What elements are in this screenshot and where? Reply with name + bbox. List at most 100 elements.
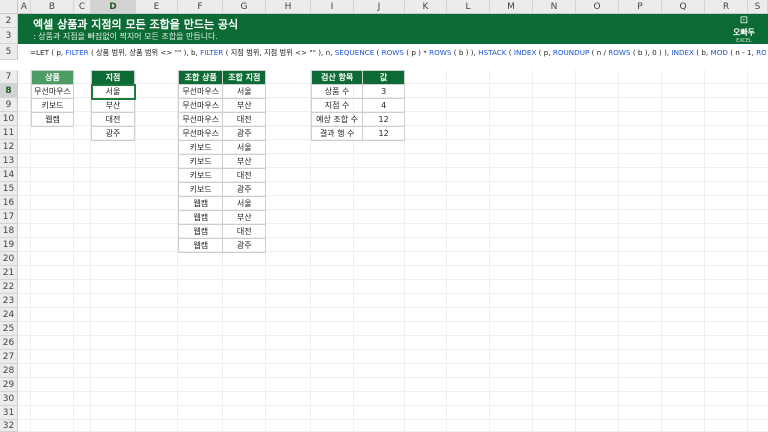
check-cell-0[interactable]: 지점 수 bbox=[310, 98, 364, 113]
combo-cell-0[interactable]: 무선마우스 bbox=[177, 126, 224, 141]
row-header-9[interactable]: 9 bbox=[0, 98, 18, 112]
row-header-7[interactable]: 7 bbox=[0, 70, 18, 84]
row-header-24[interactable]: 24 bbox=[0, 308, 18, 322]
column-header-l[interactable]: L bbox=[447, 0, 490, 14]
product-cell[interactable]: 무선마우스 bbox=[31, 84, 74, 99]
page-title: 엑셀 상품과 지점의 모든 조합을 만드는 공식 bbox=[33, 18, 239, 31]
formula-segment: ( p, bbox=[536, 48, 553, 57]
combo-cell-0[interactable]: 웹캠 bbox=[177, 210, 224, 225]
combo-cell-1[interactable]: 서울 bbox=[222, 140, 266, 155]
row-header-13[interactable]: 13 bbox=[0, 154, 18, 168]
product-cell[interactable]: 웹캠 bbox=[31, 112, 74, 127]
combo-cell-1[interactable]: 대전 bbox=[222, 168, 266, 183]
products-header[interactable]: 상품 bbox=[31, 70, 74, 85]
combo-cell-0[interactable]: 웹캠 bbox=[177, 224, 224, 239]
column-header-r[interactable]: R bbox=[705, 0, 748, 14]
row-header-19[interactable]: 19 bbox=[0, 238, 18, 252]
row-header-31[interactable]: 31 bbox=[0, 406, 18, 420]
branch-cell[interactable]: 부산 bbox=[91, 98, 135, 113]
row-header-22[interactable]: 22 bbox=[0, 280, 18, 294]
column-header-a[interactable]: A bbox=[18, 0, 31, 14]
row-header-25[interactable]: 25 bbox=[0, 322, 18, 336]
check-cell-0[interactable]: 예상 조합 수 bbox=[310, 112, 364, 127]
gridline bbox=[618, 70, 619, 432]
row-header-15[interactable]: 15 bbox=[0, 182, 18, 196]
column-header-j[interactable]: J bbox=[354, 0, 405, 14]
row-header-30[interactable]: 30 bbox=[0, 392, 18, 406]
check-cell-0[interactable]: 결과 행 수 bbox=[310, 126, 364, 141]
branches-header[interactable]: 지점 bbox=[91, 70, 135, 85]
row-header-2[interactable]: 2 bbox=[0, 14, 18, 28]
combo-product-header[interactable]: 조합 상품 bbox=[177, 70, 224, 85]
combo-cell-0[interactable]: 키보드 bbox=[177, 140, 224, 155]
check-cell-0[interactable]: 상품 수 bbox=[310, 84, 364, 99]
row-header-20[interactable]: 20 bbox=[0, 252, 18, 266]
combo-cell-1[interactable]: 서울 bbox=[222, 84, 266, 99]
select-all-corner[interactable] bbox=[0, 0, 18, 14]
row-header-5[interactable]: 5 bbox=[0, 44, 18, 60]
column-header-h[interactable]: H bbox=[266, 0, 311, 14]
row-header-8[interactable]: 8 bbox=[0, 84, 18, 98]
combo-cell-0[interactable]: 무선마우스 bbox=[177, 112, 224, 127]
row-header-21[interactable]: 21 bbox=[0, 266, 18, 280]
row-header-11[interactable]: 11 bbox=[0, 126, 18, 140]
check-value-header[interactable]: 값 bbox=[362, 70, 405, 85]
combo-cell-1[interactable]: 부산 bbox=[222, 210, 266, 225]
column-header-k[interactable]: K bbox=[405, 0, 447, 14]
combo-branch-header[interactable]: 조합 지점 bbox=[222, 70, 266, 85]
check-cell-1[interactable]: 3 bbox=[362, 84, 405, 99]
branch-cell[interactable]: 광주 bbox=[91, 126, 135, 141]
combo-cell-1[interactable]: 광주 bbox=[222, 182, 266, 197]
formula-segment: ( 상품 범위, 상품 범위 <> "" ), b, bbox=[88, 48, 201, 57]
row-header-32[interactable]: 32 bbox=[0, 420, 18, 432]
column-header-c[interactable]: C bbox=[74, 0, 91, 14]
combo-cell-1[interactable]: 부산 bbox=[222, 154, 266, 169]
row-header-26[interactable]: 26 bbox=[0, 336, 18, 350]
column-header-d[interactable]: D bbox=[91, 0, 136, 14]
combo-cell-0[interactable]: 키보드 bbox=[177, 182, 224, 197]
row-header-14[interactable]: 14 bbox=[0, 168, 18, 182]
combo-cell-1[interactable]: 서울 bbox=[222, 196, 266, 211]
formula-text[interactable]: =LET ( p, FILTER ( 상품 범위, 상품 범위 <> "" ),… bbox=[30, 46, 766, 60]
branch-cell[interactable]: 서울 bbox=[90, 83, 136, 100]
column-header-s[interactable]: S bbox=[748, 0, 768, 14]
row-header-16[interactable]: 16 bbox=[0, 196, 18, 210]
column-header-f[interactable]: F bbox=[178, 0, 223, 14]
column-header-n[interactable]: N bbox=[533, 0, 576, 14]
column-header-i[interactable]: I bbox=[311, 0, 354, 14]
combo-cell-0[interactable]: 웹캠 bbox=[177, 196, 224, 211]
combo-cell-1[interactable]: 대전 bbox=[222, 112, 266, 127]
column-header-q[interactable]: Q bbox=[662, 0, 705, 14]
column-header-g[interactable]: G bbox=[223, 0, 266, 14]
check-item-header[interactable]: 검산 항목 bbox=[310, 70, 364, 85]
combo-cell-1[interactable]: 대전 bbox=[222, 224, 266, 239]
column-header-m[interactable]: M bbox=[490, 0, 533, 14]
branch-cell[interactable]: 대전 bbox=[91, 112, 135, 127]
row-header-29[interactable]: 29 bbox=[0, 378, 18, 392]
row-header-10[interactable]: 10 bbox=[0, 112, 18, 126]
row-header-17[interactable]: 17 bbox=[0, 210, 18, 224]
combo-cell-0[interactable]: 키보드 bbox=[177, 154, 224, 169]
row-header-12[interactable]: 12 bbox=[0, 140, 18, 154]
row-header-23[interactable]: 23 bbox=[0, 294, 18, 308]
combo-cell-1[interactable]: 광주 bbox=[222, 126, 266, 141]
column-header-o[interactable]: O bbox=[576, 0, 619, 14]
row-header-3[interactable]: 3 bbox=[0, 28, 18, 44]
row-header-27[interactable]: 27 bbox=[0, 350, 18, 364]
column-header-e[interactable]: E bbox=[136, 0, 178, 14]
combo-cell-0[interactable]: 웹캠 bbox=[177, 238, 224, 253]
combo-cell-0[interactable]: 무선마우스 bbox=[177, 98, 224, 113]
combo-cell-1[interactable]: 부산 bbox=[222, 98, 266, 113]
row-header-28[interactable]: 28 bbox=[0, 364, 18, 378]
check-cell-1[interactable]: 12 bbox=[362, 112, 405, 127]
column-header-b[interactable]: B bbox=[31, 0, 74, 14]
combo-cell-0[interactable]: 무선마우스 bbox=[177, 84, 224, 99]
product-cell[interactable]: 키보드 bbox=[31, 98, 74, 113]
check-cell-1[interactable]: 4 bbox=[362, 98, 405, 113]
column-header-p[interactable]: P bbox=[619, 0, 662, 14]
row-header-18[interactable]: 18 bbox=[0, 224, 18, 238]
check-cell-1[interactable]: 12 bbox=[362, 126, 405, 141]
gridline bbox=[18, 223, 768, 224]
combo-cell-1[interactable]: 광주 bbox=[222, 238, 266, 253]
combo-cell-0[interactable]: 키보드 bbox=[177, 168, 224, 183]
